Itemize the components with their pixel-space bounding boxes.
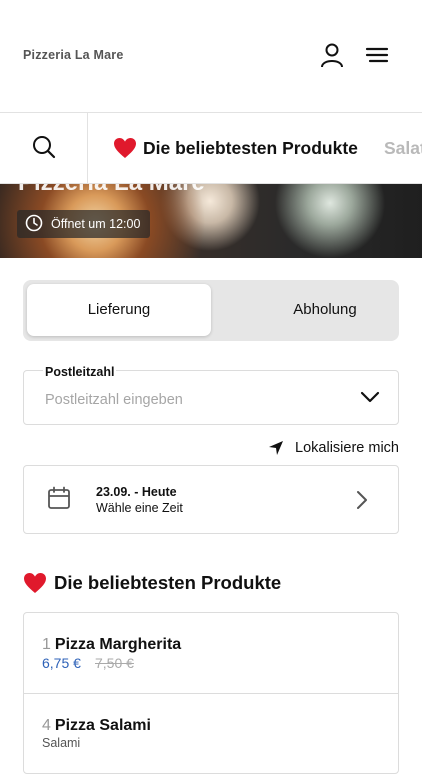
- hero-image: Pizzeria La Mare Öffnet um 12:00: [0, 183, 422, 258]
- heart-icon: [114, 138, 136, 158]
- category-tab-salat[interactable]: Salat: [384, 138, 422, 159]
- hamburger-menu-icon[interactable]: [364, 42, 390, 68]
- brand-name: Pizzeria La Mare: [23, 48, 124, 62]
- chevron-right-icon: [357, 491, 367, 509]
- product-old-price: 7,50 €: [95, 655, 134, 671]
- product-name: Pizza Salami: [54, 717, 151, 734]
- postcode-label: Postleitzahl: [43, 365, 117, 379]
- locate-me-link[interactable]: Lokalisiere mich: [268, 440, 399, 456]
- postcode-placeholder[interactable]: Postleitzahl eingeben: [45, 392, 183, 408]
- selected-date: 23.09. - Heute: [96, 485, 177, 499]
- calendar-icon: [48, 486, 70, 509]
- product-item[interactable]: 1 Pizza Margherita 6,75 € 7,50 €: [24, 613, 398, 693]
- product-number: 4: [42, 717, 51, 734]
- product-name: Pizza Margherita: [54, 636, 182, 653]
- product-item[interactable]: 4 Pizza Salami Salami: [24, 693, 398, 773]
- location-arrow-icon: [269, 441, 284, 455]
- category-search-button[interactable]: [0, 113, 88, 183]
- category-tab-popular[interactable]: Die beliebtesten Produkte: [113, 135, 358, 161]
- heart-icon: [24, 573, 46, 593]
- hero-title: Pizzeria La Mare: [18, 183, 205, 197]
- product-title: 4 Pizza Salami: [42, 717, 151, 735]
- section-title-text: Die beliebtesten Produkte: [54, 572, 282, 593]
- product-price: 6,75 €: [42, 655, 81, 671]
- product-title: 1 Pizza Margherita: [42, 636, 181, 654]
- pickup-option-button[interactable]: Abholung: [233, 284, 417, 336]
- chevron-down-icon[interactable]: [360, 391, 380, 403]
- clock-icon: [25, 214, 43, 235]
- delivery-mode-toggle: Lieferung Abholung: [23, 280, 399, 341]
- popular-section-title: Die beliebtesten Produkte: [23, 572, 281, 594]
- product-number: 1: [42, 636, 51, 653]
- postcode-field[interactable]: Postleitzahl Postleitzahl eingeben: [23, 365, 399, 425]
- user-icon[interactable]: [319, 42, 345, 68]
- date-time-selector[interactable]: 23.09. - Heute Wähle eine Zeit: [23, 465, 399, 534]
- opening-time: Öffnet um 12:00: [51, 217, 141, 231]
- time-hint: Wähle eine Zeit: [96, 501, 183, 515]
- category-tab-label: Die beliebtesten Produkte: [143, 137, 358, 158]
- delivery-option-button[interactable]: Lieferung: [27, 284, 211, 336]
- search-icon: [33, 136, 56, 159]
- category-bar: Die beliebtesten Produkte Salat: [0, 113, 422, 184]
- locate-me-label: Lokalisiere mich: [295, 440, 399, 456]
- opening-badge: Öffnet um 12:00: [17, 210, 151, 238]
- app-header: Pizzeria La Mare: [0, 0, 422, 113]
- product-description: Salami: [42, 736, 81, 750]
